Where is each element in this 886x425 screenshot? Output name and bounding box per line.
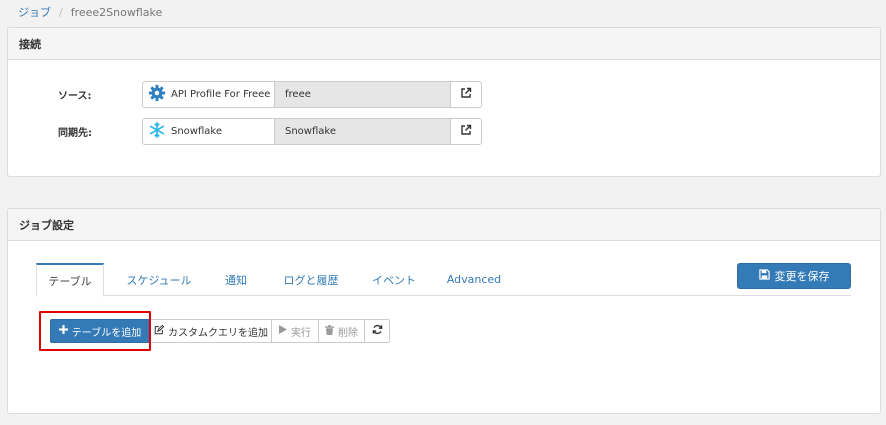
job-settings-tabs: テーブル スケジュール 通知 ログと履歴 イベント Advanced [36,263,851,297]
play-icon [279,325,287,337]
delete-label: 削除 [338,327,358,339]
job-settings-title: ジョブ設定 [8,209,880,241]
source-connection-label: API Profile For Freee [171,89,271,100]
connection-panel: 接続 ソース: API Profile For Freee freee 同期先:… [7,27,881,177]
refresh-icon [372,324,383,338]
add-custom-query-label: カスタムクエリを追加 [168,327,268,339]
destination-connection-name[interactable]: Snowflake [143,119,275,144]
source-open-button[interactable] [451,82,481,107]
tab-logs-history[interactable]: ログと履歴 [276,263,346,296]
edit-icon [154,324,165,338]
destination-row: 同期先: Snowflake Snowflake [8,118,880,145]
tab-events[interactable]: イベント [366,263,422,296]
add-custom-query-button[interactable]: カスタムクエリを追加 [150,319,272,343]
destination-connection-label: Snowflake [171,126,222,137]
trash-icon [325,324,334,338]
source-label: ソース: [58,91,92,102]
source-connection-name[interactable]: API Profile For Freee [143,82,275,107]
refresh-button[interactable] [364,319,390,343]
breadcrumb: ジョブ / freee2Snowflake [18,4,162,20]
destination-connection-value: Snowflake [275,119,451,144]
breadcrumb-separator: / [59,5,63,19]
gear-icon [148,84,166,105]
run-label: 実行 [291,327,311,339]
source-row: ソース: API Profile For Freee freee [8,81,880,108]
tab-advanced[interactable]: Advanced [442,263,506,296]
add-table-highlight-box [39,311,151,351]
source-connection-group: API Profile For Freee freee [142,81,482,108]
external-link-icon [460,87,472,102]
connection-panel-title: 接続 [8,28,880,60]
external-link-icon [460,124,472,139]
run-button[interactable]: 実行 [271,319,319,343]
snowflake-icon [148,121,166,142]
destination-label: 同期先: [58,128,92,139]
tab-notifications[interactable]: 通知 [216,263,256,296]
breadcrumb-jobs-link[interactable]: ジョブ [18,4,51,20]
floppy-disk-icon [758,269,770,283]
destination-connection-group: Snowflake Snowflake [142,118,482,145]
tab-tables[interactable]: テーブル [36,263,104,297]
delete-button[interactable]: 削除 [318,319,365,343]
save-changes-label: 変更を保存 [774,270,830,283]
save-changes-button[interactable]: 変更を保存 [737,263,851,289]
source-connection-value: freee [275,82,451,107]
tab-schedule[interactable]: スケジュール [116,263,202,296]
destination-open-button[interactable] [451,119,481,144]
breadcrumb-current: freee2Snowflake [70,5,163,19]
